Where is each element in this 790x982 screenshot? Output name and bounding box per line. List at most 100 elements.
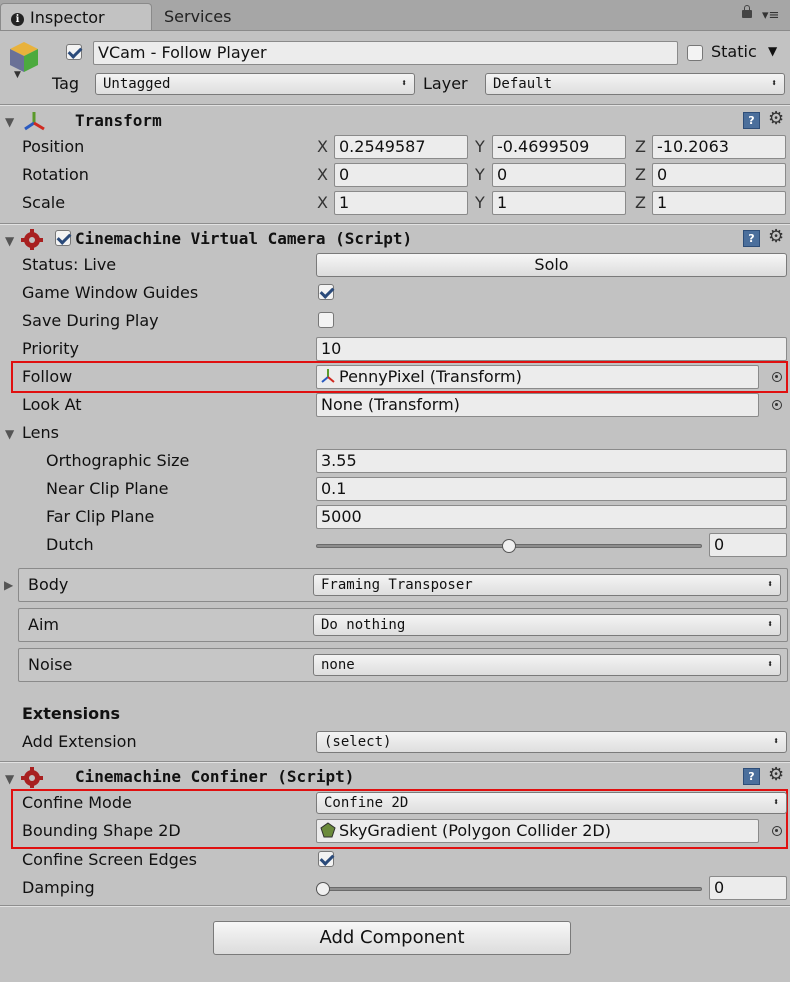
dutch-slider-knob[interactable] [502,539,516,553]
far-clip-field[interactable]: 5000 [316,505,787,529]
position-x-field[interactable]: 0.2549587 [334,135,468,159]
aim-value: Do nothing [321,617,406,633]
tab-inspector[interactable]: i Inspector [0,3,152,30]
scale-y-field[interactable]: 1 [492,191,626,215]
axis-x-label: X [317,137,328,156]
confine-mode-value: Confine 2D [324,795,409,811]
static-dropdown-icon[interactable]: ▼ [768,44,777,58]
confiner-title: Cinemachine Confiner (Script) [75,767,355,786]
gear-icon[interactable]: ⚙ [768,228,784,246]
object-name-field[interactable]: VCam - Follow Player [93,41,678,65]
add-extension-dropdown[interactable]: (select) ⬍ [316,731,787,753]
layer-dropdown[interactable]: Default ⬍ [485,73,785,95]
add-extension-label: Add Extension [22,732,137,751]
position-z-field[interactable]: -10.2063 [652,135,786,159]
noise-dropdown[interactable]: none ⬍ [313,654,781,676]
object-picker-icon[interactable] [772,826,782,836]
divider [0,762,790,763]
follow-value: PennyPixel (Transform) [339,367,522,386]
bounding-shape-label: Bounding Shape 2D [22,821,181,840]
transform-foldout-icon[interactable]: ▼ [5,115,14,129]
follow-label: Follow [22,367,73,386]
layer-label: Layer [423,74,468,93]
damping-field[interactable]: 0 [709,876,787,900]
axis-y-label: Y [475,165,485,184]
rotation-z-field[interactable]: 0 [652,163,786,187]
scale-x-field[interactable]: 1 [334,191,468,215]
far-clip-label: Far Clip Plane [46,507,155,526]
axis-y-label: Y [475,137,485,156]
bounding-shape-value: SkyGradient (Polygon Collider 2D) [339,821,611,840]
axis-z-label: Z [635,165,646,184]
save-during-play-label: Save During Play [22,311,159,330]
follow-field[interactable]: PennyPixel (Transform) [316,365,759,389]
aim-dropdown[interactable]: Do nothing ⬍ [313,614,781,636]
body-dropdown[interactable]: Framing Transposer ⬍ [313,574,781,596]
help-icon[interactable]: ? [743,230,760,247]
tag-value: Untagged [103,76,171,92]
tag-dropdown[interactable]: Untagged ⬍ [95,73,415,95]
status-label: Status: Live [22,255,117,274]
tab-services[interactable]: Services [158,3,264,30]
lock-icon[interactable] [742,5,752,18]
divider [0,105,790,106]
game-object-cube-icon [10,42,38,72]
tab-inspector-label: Inspector [30,8,105,27]
object-picker-icon[interactable] [772,400,782,410]
confiner-foldout-icon[interactable]: ▼ [5,772,14,786]
damping-label: Damping [22,878,95,897]
lookat-field[interactable]: None (Transform) [316,393,759,417]
info-icon: i [11,13,24,26]
dropdown-arrow-icon: ⬍ [766,579,773,590]
axis-x-label: X [317,193,328,212]
noise-label: Noise [28,655,73,674]
script-icon [21,229,43,250]
priority-field[interactable]: 10 [316,337,787,361]
dropdown-arrow-icon: ⬍ [772,736,779,747]
active-checkbox[interactable] [66,44,82,60]
transform-icon [321,369,335,383]
near-clip-field[interactable]: 0.1 [316,477,787,501]
guides-checkbox[interactable] [318,284,334,300]
axis-z-label: Z [635,137,646,156]
rotation-x-field[interactable]: 0 [334,163,468,187]
tab-bar: i Inspector Services ▾≡ [0,0,790,31]
object-picker-icon[interactable] [772,372,782,382]
dutch-field[interactable]: 0 [709,533,787,557]
aim-label: Aim [28,615,59,634]
scale-z-field[interactable]: 1 [652,191,786,215]
scale-label: Scale [22,193,66,212]
solo-button[interactable]: Solo [316,253,787,277]
position-y-field[interactable]: -0.4699509 [492,135,626,159]
ortho-size-field[interactable]: 3.55 [316,449,787,473]
divider [0,906,790,907]
save-during-play-checkbox[interactable] [318,312,334,328]
gear-icon[interactable]: ⚙ [768,110,784,128]
confine-mode-dropdown[interactable]: Confine 2D ⬍ [316,792,787,814]
add-component-button[interactable]: Add Component [213,921,571,955]
transform-axes-icon [24,112,45,131]
dropdown-arrow-icon: ⬍ [766,659,773,670]
damping-slider-track[interactable] [316,887,702,891]
rotation-y-field[interactable]: 0 [492,163,626,187]
vcam-foldout-icon[interactable]: ▼ [5,234,14,248]
lens-foldout-icon[interactable]: ▼ [5,427,14,441]
gear-icon[interactable]: ⚙ [768,766,784,784]
axis-z-label: Z [635,193,646,212]
add-extension-value: (select) [324,734,392,750]
position-label: Position [22,137,85,156]
divider [0,224,790,225]
cube-dropdown-icon[interactable]: ▼ [14,70,21,80]
help-icon[interactable]: ? [743,768,760,785]
menu-icon[interactable]: ▾≡ [762,8,779,23]
polygon-collider-icon [320,822,336,838]
confine-edges-checkbox[interactable] [318,851,334,867]
body-foldout-icon[interactable]: ▶ [4,578,13,592]
help-icon[interactable]: ? [743,112,760,129]
static-checkbox[interactable] [687,45,703,61]
vcam-enabled-checkbox[interactable] [55,230,71,246]
damping-slider-knob[interactable] [316,882,330,896]
body-label: Body [28,575,69,594]
bounding-shape-field[interactable]: SkyGradient (Polygon Collider 2D) [316,819,759,843]
body-value: Framing Transposer [321,577,473,593]
